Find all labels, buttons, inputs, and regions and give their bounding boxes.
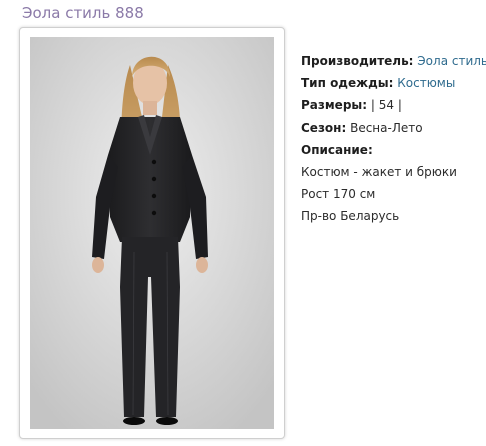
product-title: Эола стиль 888 xyxy=(22,4,144,22)
product-photo-image xyxy=(30,37,274,429)
season-row: Сезон: Весна-Лето xyxy=(301,117,481,139)
manufacturer-link[interactable]: Эола стиль xyxy=(417,54,486,68)
product-image-frame xyxy=(19,27,285,439)
manufacturer-label: Производитель: xyxy=(301,54,414,68)
description-line: Пр-во Беларусь xyxy=(301,209,400,224)
sizes-value: | 54 | xyxy=(367,98,402,113)
description-row: Описание: xyxy=(301,139,481,161)
product-details: Производитель: Эола стиль Тип одежды: Ко… xyxy=(301,50,486,228)
season-label: Сезон: xyxy=(301,120,347,135)
description-line: Костюм - жакет и брюки xyxy=(301,164,457,179)
type-row: Тип одежды: Костюмы xyxy=(301,72,481,94)
season-value: Весна-Лето xyxy=(346,120,423,135)
type-link[interactable]: Костюмы xyxy=(397,76,455,90)
description-line: Рост 170 см xyxy=(301,187,376,202)
sizes-row: Размеры: | 54 | xyxy=(301,94,481,116)
type-label: Тип одежды: xyxy=(301,76,394,91)
description-label: Описание: xyxy=(301,142,373,157)
manufacturer-row: Производитель: Эола стиль xyxy=(301,50,486,72)
product-photo[interactable] xyxy=(30,37,274,429)
sizes-label: Размеры: xyxy=(301,98,368,113)
